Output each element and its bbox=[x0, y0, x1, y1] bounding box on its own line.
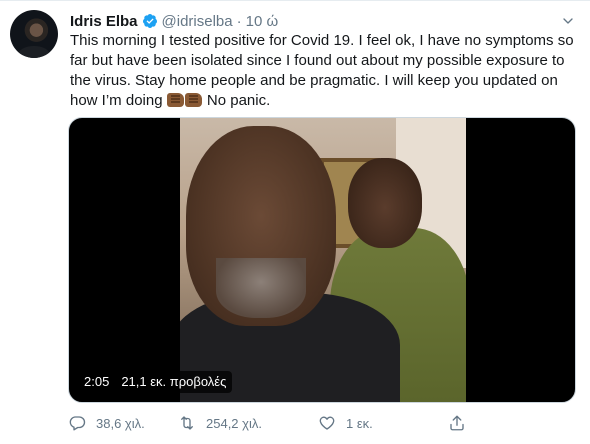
like-button[interactable]: 1 εκ. bbox=[318, 414, 448, 432]
video-duration: 2:05 bbox=[84, 374, 110, 389]
video-player[interactable]: 2:05 21,1 εκ. προβολές bbox=[68, 117, 576, 403]
fist-bump-emoji bbox=[166, 93, 184, 107]
retweet-count: 254,2 χιλ. bbox=[206, 415, 262, 431]
like-count: 1 εκ. bbox=[346, 415, 373, 431]
fist-bump-emoji bbox=[184, 93, 202, 107]
reply-count: 38,6 χιλ. bbox=[96, 415, 145, 431]
separator-dot: · bbox=[236, 12, 242, 30]
video-info-badge: 2:05 21,1 εκ. προβολές bbox=[78, 371, 233, 393]
avatar[interactable] bbox=[10, 10, 58, 58]
tweet-text-main: This morning I tested positive for Covid… bbox=[70, 32, 574, 109]
video-views: 21,1 εκ. προβολές bbox=[121, 374, 227, 389]
tweet-text-end: No panic. bbox=[202, 92, 271, 109]
retweet-icon bbox=[181, 416, 193, 430]
verified-badge-icon bbox=[142, 14, 157, 28]
reply-icon bbox=[69, 416, 86, 431]
like-icon bbox=[319, 416, 335, 430]
tweet[interactable]: Idris Elba @idriselba · 10 ώ This mornin… bbox=[0, 0, 590, 444]
video-frame[interactable] bbox=[180, 118, 466, 402]
action-bar: 38,6 χιλ. 254,2 χιλ. 1 εκ. bbox=[68, 413, 508, 433]
retweet-button[interactable]: 254,2 χιλ. bbox=[178, 414, 318, 432]
timestamp[interactable]: 10 ώ bbox=[246, 13, 279, 30]
author-name[interactable]: Idris Elba bbox=[70, 13, 138, 30]
share-button[interactable] bbox=[448, 414, 488, 432]
share-icon bbox=[450, 415, 464, 431]
author-handle[interactable]: @idriselba bbox=[162, 13, 233, 30]
chevron-down-icon[interactable] bbox=[560, 13, 576, 29]
tweet-text: This morning I tested positive for Covid… bbox=[70, 31, 582, 111]
tweet-header: Idris Elba @idriselba · 10 ώ bbox=[70, 11, 278, 31]
reply-button[interactable]: 38,6 χιλ. bbox=[68, 414, 178, 432]
